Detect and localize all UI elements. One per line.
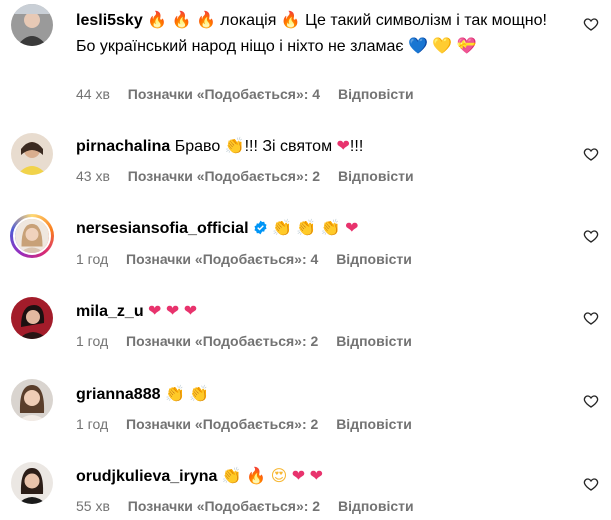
username[interactable]: lesli5sky bbox=[76, 12, 143, 29]
timestamp[interactable]: 43 хв bbox=[76, 168, 110, 184]
timestamp[interactable]: 44 хв bbox=[76, 86, 110, 102]
comment-text: 👏 👏 bbox=[165, 384, 209, 403]
red-heart-emoji-icon: ❤ bbox=[309, 466, 323, 485]
fire-emoji-icon: 🔥 bbox=[195, 10, 216, 29]
heart-ribbon-emoji-icon: 💝 bbox=[456, 36, 477, 55]
blue-heart-emoji-icon: 💙 bbox=[408, 36, 428, 55]
username[interactable]: nersesiansofia_official bbox=[76, 220, 249, 237]
clapping-hands-emoji-icon: 👏 bbox=[221, 466, 242, 485]
red-heart-emoji-icon: ❤ bbox=[165, 301, 180, 320]
heart-outline-icon[interactable] bbox=[583, 393, 599, 409]
comment-body: lesli5sky 🔥 🔥 🔥 локація 🔥 Це такий симво… bbox=[76, 7, 563, 59]
heart-outline-icon[interactable] bbox=[583, 476, 599, 492]
comment-meta: 1 год Позначки «Подобається»: 4 Відповіс… bbox=[76, 251, 426, 267]
comment-body: pirnachalina Браво 👏!!! Зі святом ❤!!! bbox=[76, 133, 563, 159]
username[interactable]: mila_z_u bbox=[76, 303, 144, 320]
likes-count[interactable]: Позначки «Подобається»: 2 bbox=[126, 416, 318, 432]
timestamp[interactable]: 1 год bbox=[76, 251, 108, 267]
heart-outline-icon[interactable] bbox=[583, 310, 599, 326]
comment-meta: 43 хв Позначки «Подобається»: 2 Відповіс… bbox=[76, 168, 428, 184]
likes-count[interactable]: Позначки «Подобається»: 2 bbox=[128, 498, 320, 514]
avatar[interactable] bbox=[11, 4, 53, 46]
fire-emoji-icon: 🔥 bbox=[147, 10, 168, 29]
comment-body: nersesiansofia_official 👏 👏 👏 ❤ bbox=[76, 215, 563, 241]
timestamp[interactable]: 1 год bbox=[76, 333, 108, 349]
clapping-hands-emoji-icon: 👏 bbox=[271, 218, 292, 237]
comment-meta: 55 хв Позначки «Подобається»: 2 Відповіс… bbox=[76, 498, 428, 514]
clapping-hands-emoji-icon: 👏 bbox=[164, 384, 185, 403]
red-heart-emoji-icon: ❤ bbox=[345, 218, 359, 237]
timestamp[interactable]: 55 хв bbox=[76, 498, 110, 514]
likes-count[interactable]: Позначки «Подобається»: 4 bbox=[128, 86, 320, 102]
reply-button[interactable]: Відповісти bbox=[338, 498, 414, 514]
fire-emoji-icon: 🔥 bbox=[171, 10, 192, 29]
comment-text: 👏 🔥 😍 ❤ ❤ bbox=[222, 466, 323, 485]
fire-emoji-icon: 🔥 bbox=[280, 10, 301, 29]
clapping-hands-emoji-icon: 👏 bbox=[296, 218, 317, 237]
avatar[interactable] bbox=[11, 379, 53, 421]
clapping-hands-emoji-icon: 👏 bbox=[189, 384, 210, 403]
red-heart-emoji-icon: ❤ bbox=[336, 136, 350, 155]
comment-meta: 44 хв Позначки «Подобається»: 4 Відповіс… bbox=[76, 86, 428, 102]
clapping-hands-emoji-icon: 👏 bbox=[224, 136, 245, 155]
comment-text-fragment: !!! bbox=[349, 138, 364, 155]
yellow-heart-emoji-icon: 💛 bbox=[432, 36, 453, 55]
likes-count[interactable]: Позначки «Подобається»: 2 bbox=[128, 168, 320, 184]
red-heart-emoji-icon: ❤ bbox=[148, 301, 162, 320]
username[interactable]: grianna888 bbox=[76, 386, 160, 403]
comment-meta: 1 год Позначки «Подобається»: 2 Відповіс… bbox=[76, 333, 426, 349]
likes-count[interactable]: Позначки «Подобається»: 2 bbox=[126, 333, 318, 349]
reply-button[interactable]: Відповісти bbox=[336, 416, 412, 432]
reply-button[interactable]: Відповісти bbox=[336, 333, 412, 349]
heart-eyes-emoji-icon: 😍 bbox=[270, 466, 288, 485]
comment-text-fragment: локація bbox=[215, 12, 281, 29]
comment-body: orudjkulieva_iryna 👏 🔥 😍 ❤ ❤ bbox=[76, 463, 563, 489]
heart-outline-icon[interactable] bbox=[583, 16, 599, 32]
comment-body: mila_z_u ❤ ❤ ❤ bbox=[76, 298, 563, 324]
red-heart-emoji-icon: ❤ bbox=[291, 466, 306, 485]
comment-text: ❤ ❤ ❤ bbox=[148, 301, 197, 320]
timestamp[interactable]: 1 год bbox=[76, 416, 108, 432]
fire-emoji-icon: 🔥 bbox=[246, 466, 267, 485]
heart-outline-icon[interactable] bbox=[583, 146, 599, 162]
username[interactable]: orudjkulieva_iryna bbox=[76, 468, 217, 485]
avatar[interactable] bbox=[10, 214, 54, 258]
comment-text-fragment: Браво bbox=[174, 138, 225, 155]
reply-button[interactable]: Відповісти bbox=[338, 86, 414, 102]
avatar[interactable] bbox=[11, 133, 53, 175]
comment-text: Браво 👏!!! Зі святом ❤!!! bbox=[174, 136, 364, 155]
avatar[interactable] bbox=[11, 462, 53, 504]
clapping-hands-emoji-icon: 👏 bbox=[320, 218, 341, 237]
username[interactable]: pirnachalina bbox=[76, 138, 170, 155]
comment-text-fragment: !!! Зі святом bbox=[244, 138, 337, 155]
reply-button[interactable]: Відповісти bbox=[336, 251, 412, 267]
red-heart-emoji-icon: ❤ bbox=[183, 301, 198, 320]
comment-text: 🔥 🔥 🔥 локація 🔥 Це такий символізм і так… bbox=[76, 10, 547, 55]
reply-button[interactable]: Відповісти bbox=[338, 168, 414, 184]
verified-badge-icon bbox=[253, 220, 267, 235]
comment-body: grianna888 👏 👏 bbox=[76, 381, 563, 407]
heart-outline-icon[interactable] bbox=[583, 228, 599, 244]
comment-meta: 1 год Позначки «Подобається»: 2 Відповіс… bbox=[76, 416, 426, 432]
avatar[interactable] bbox=[11, 297, 53, 339]
likes-count[interactable]: Позначки «Подобається»: 4 bbox=[126, 251, 318, 267]
comment-text: 👏 👏 👏 ❤ bbox=[272, 218, 359, 237]
